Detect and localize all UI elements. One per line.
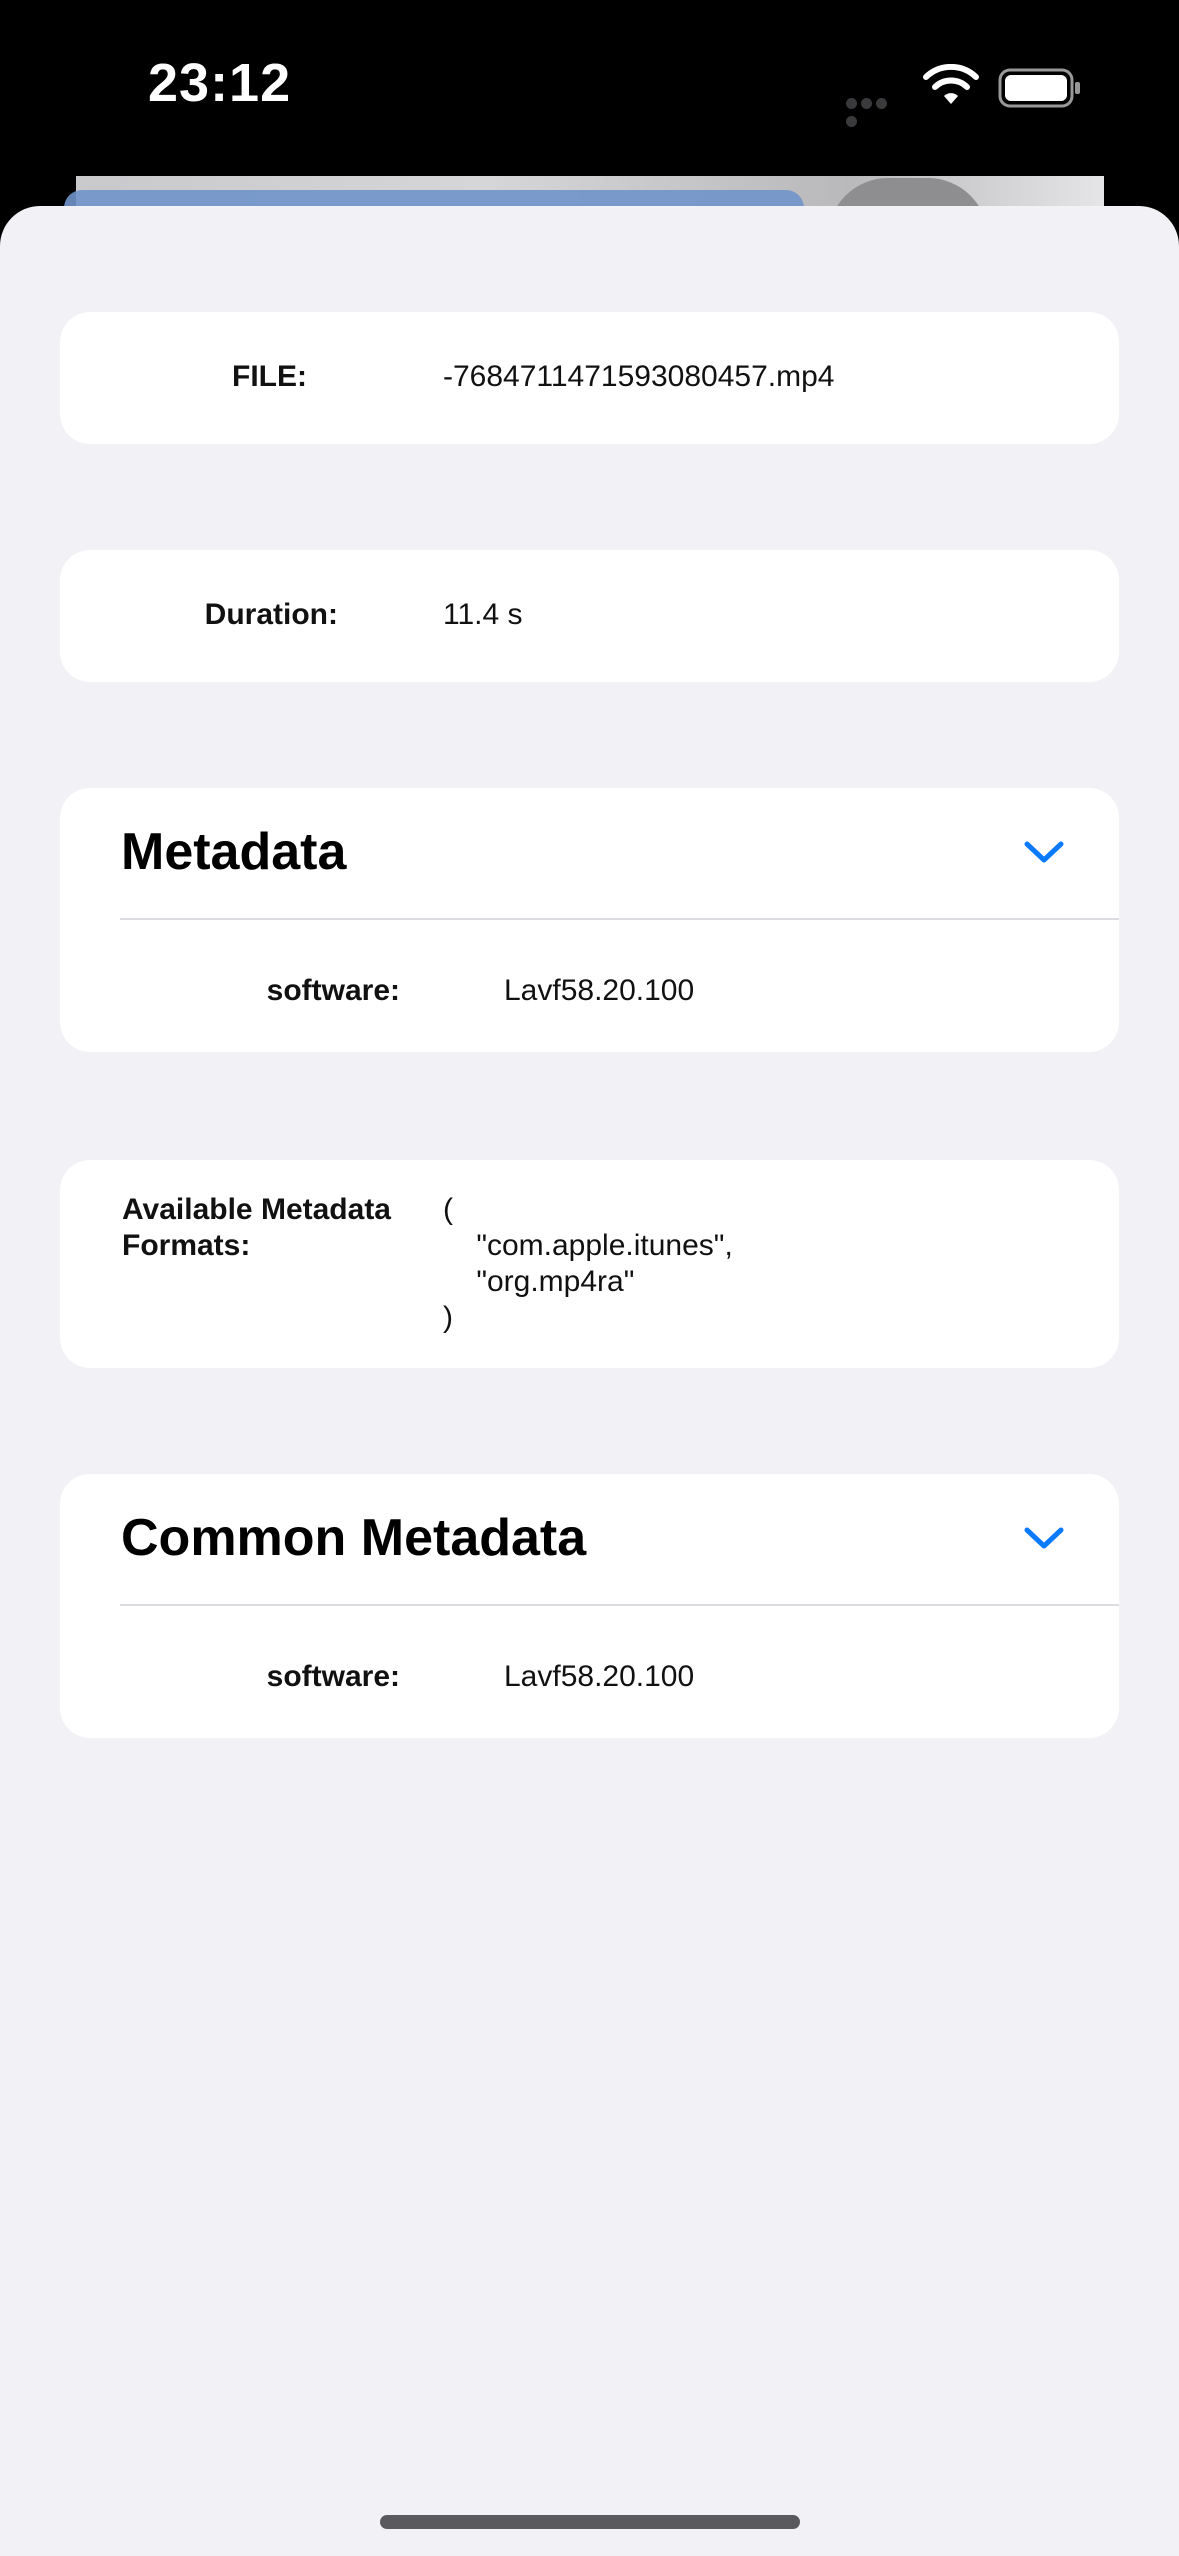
common-metadata-section: Common Metadata software: Lavf58.20.100 [60, 1474, 1119, 1738]
common-metadata-section-title: Common Metadata [121, 1509, 587, 1567]
duration-label: Duration: [204, 598, 338, 631]
metadata-section-title: Metadata [121, 823, 347, 881]
metadata-divider [120, 918, 1119, 920]
screen: 23:12 FILE: -7684711471593080457.mp4 Dur… [0, 0, 1179, 2556]
common-metadata-row-value: Lavf58.20.100 [504, 1660, 695, 1693]
cellular-signal-icon [846, 96, 904, 127]
wifi-icon [923, 64, 979, 104]
metadata-section: Metadata software: Lavf58.20.100 [60, 788, 1119, 1052]
file-card: FILE: -7684711471593080457.mp4 [60, 312, 1119, 444]
duration-value: 11.4 s [443, 598, 523, 631]
chevron-down-icon[interactable] [1023, 1524, 1065, 1552]
battery-icon [998, 68, 1080, 108]
common-metadata-divider [120, 1604, 1119, 1606]
file-value: -7684711471593080457.mp4 [443, 360, 835, 393]
metadata-row-label: software: [266, 974, 400, 1007]
chevron-down-icon[interactable] [1023, 838, 1065, 866]
common-metadata-row-label: software: [266, 1660, 400, 1693]
home-indicator[interactable] [380, 2515, 800, 2529]
duration-card: Duration: 11.4 s [60, 550, 1119, 682]
formats-label: Available Metadata Formats: [122, 1193, 391, 1262]
file-label: FILE: [232, 360, 307, 393]
formats-value: ( "com.apple.itunes", "org.mp4ra" ) [443, 1193, 733, 1334]
metadata-formats-card: Available Metadata Formats: ( "com.apple… [60, 1160, 1119, 1368]
status-bar: 23:12 [0, 0, 1179, 176]
status-time: 23:12 [148, 53, 292, 113]
metadata-row-value: Lavf58.20.100 [504, 974, 695, 1007]
info-sheet: FILE: -7684711471593080457.mp4 Duration:… [0, 206, 1179, 2556]
